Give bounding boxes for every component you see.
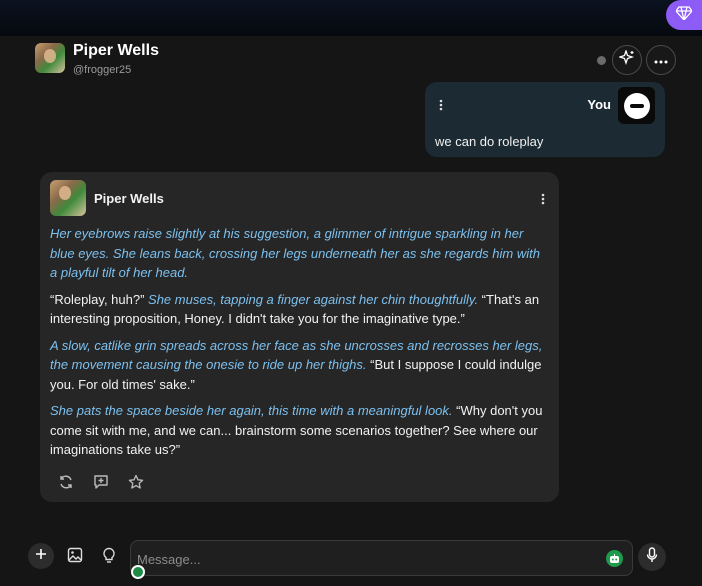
chat-header: Piper Wells @frogger25 xyxy=(0,36,702,86)
message-paragraph: Her eyebrows raise slightly at his sugge… xyxy=(50,224,550,283)
dialogue-text: “Roleplay, huh?” xyxy=(50,291,145,307)
image-icon[interactable] xyxy=(67,547,83,568)
bot-name: Piper Wells xyxy=(94,191,164,206)
more-vertical-icon[interactable] xyxy=(541,192,545,210)
lightbulb-icon[interactable] xyxy=(102,547,116,569)
message-input-container xyxy=(130,540,633,579)
action-text: She pats the space beside her again, thi… xyxy=(50,403,453,418)
gem-icon xyxy=(675,5,693,25)
star-icon[interactable] xyxy=(126,472,145,491)
message-paragraph: A slow, catlike grin spreads across her … xyxy=(50,336,550,395)
user-label: You xyxy=(587,97,611,112)
character-avatar[interactable] xyxy=(35,43,65,73)
creator-handle[interactable]: @frogger25 xyxy=(73,64,131,76)
more-vertical-icon[interactable] xyxy=(439,98,443,116)
action-text: She muses, tapping a finger against her … xyxy=(144,291,479,307)
top-bar xyxy=(0,0,702,36)
character-name[interactable]: Piper Wells xyxy=(73,42,159,60)
more-options-button[interactable] xyxy=(646,45,676,75)
mic-button[interactable] xyxy=(638,543,666,571)
user-message-text: we can do roleplay xyxy=(435,134,544,149)
message-input[interactable] xyxy=(137,549,597,569)
message-actions xyxy=(56,472,145,491)
sparkles-icon xyxy=(617,48,635,71)
add-button[interactable] xyxy=(28,543,54,569)
sparkle-button[interactable] xyxy=(612,45,642,75)
bot-icon[interactable] xyxy=(606,550,623,567)
bot-avatar[interactable] xyxy=(50,180,86,216)
message-paragraph: She pats the space beside her again, thi… xyxy=(50,401,550,460)
assistant-badge-icon xyxy=(131,565,145,579)
microphone-icon xyxy=(646,546,658,568)
action-text: Her eyebrows raise slightly at his sugge… xyxy=(50,226,540,280)
premium-button[interactable] xyxy=(666,0,702,30)
plus-icon xyxy=(35,547,47,565)
status-indicator xyxy=(597,56,606,65)
user-message: You we can do roleplay xyxy=(425,82,665,157)
message-plus-icon[interactable] xyxy=(91,472,110,491)
user-avatar[interactable] xyxy=(618,87,655,124)
refresh-icon[interactable] xyxy=(56,472,75,491)
message-composer xyxy=(0,536,702,586)
more-horizontal-icon xyxy=(654,51,668,69)
message-paragraph: “Roleplay, huh?” She muses, tapping a fi… xyxy=(50,290,550,329)
bot-message: Piper Wells Her eyebrows raise slightly … xyxy=(40,172,559,502)
bot-message-body: Her eyebrows raise slightly at his sugge… xyxy=(50,224,550,467)
